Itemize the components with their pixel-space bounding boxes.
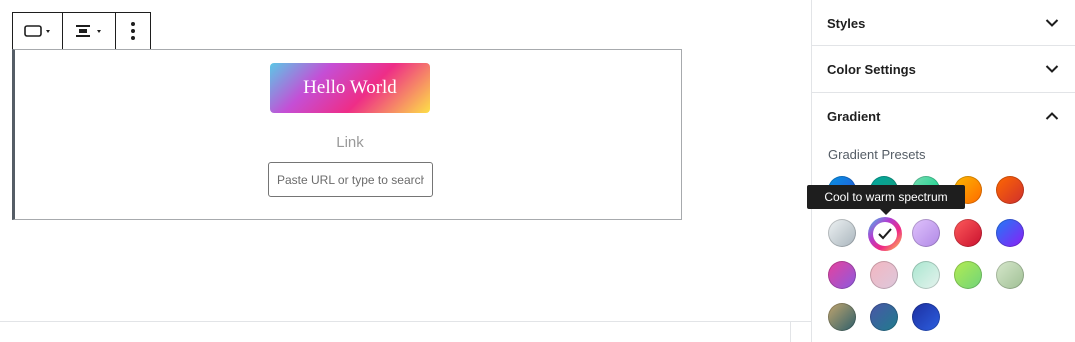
button-style-button[interactable] (13, 13, 63, 49)
chevron-up-icon (1045, 112, 1059, 120)
gradient-swatch[interactable] (912, 219, 940, 247)
divider (790, 321, 791, 342)
chevron-down-icon (1045, 65, 1059, 73)
preset-tooltip: Cool to warm spectrum (807, 185, 965, 209)
gradient-swatch[interactable] (870, 261, 898, 289)
divider (0, 321, 811, 322)
align-center-icon (76, 25, 101, 37)
link-label: Link (336, 134, 364, 151)
gradient-swatch[interactable] (954, 261, 982, 289)
gradient-swatch[interactable] (912, 261, 940, 289)
editor-canvas: Hello World Link (0, 0, 811, 342)
gradient-swatch-selected[interactable] (868, 217, 902, 251)
more-options-button[interactable] (116, 13, 150, 49)
block-toolbar (12, 12, 151, 49)
button-style-icon (23, 25, 50, 37)
more-vertical-icon (131, 22, 135, 40)
gradient-presets-label: Gradient Presets (828, 147, 926, 162)
chevron-down-icon (1045, 19, 1059, 27)
gradient-swatch[interactable] (828, 261, 856, 289)
url-input[interactable] (268, 162, 433, 197)
gradient-swatch[interactable] (954, 219, 982, 247)
gradient-swatch[interactable] (996, 261, 1024, 289)
gradient-button[interactable]: Hello World (270, 63, 430, 113)
gradient-swatch[interactable] (828, 219, 856, 247)
gradient-swatch[interactable] (996, 219, 1024, 247)
gradient-swatch[interactable] (912, 303, 940, 331)
gradient-swatch[interactable] (870, 303, 898, 331)
align-button[interactable] (63, 13, 116, 49)
panel-gradient-toggle[interactable]: Gradient (812, 93, 1075, 139)
panel-title: Styles (827, 15, 866, 31)
selected-ring (873, 222, 897, 246)
button-block[interactable]: Hello World Link (12, 49, 682, 220)
panel-color-settings-toggle[interactable]: Color Settings (812, 46, 1075, 92)
panel-title: Gradient (827, 108, 881, 124)
settings-sidebar: Styles Color Settings Gradient Gradient … (807, 0, 1075, 342)
tooltip-arrow (880, 209, 892, 215)
gradient-swatch[interactable] (996, 176, 1024, 204)
gradient-swatch[interactable] (828, 303, 856, 331)
panel-title: Color Settings (827, 61, 916, 77)
check-icon (878, 228, 892, 240)
panel-styles-toggle[interactable]: Styles (812, 0, 1075, 46)
